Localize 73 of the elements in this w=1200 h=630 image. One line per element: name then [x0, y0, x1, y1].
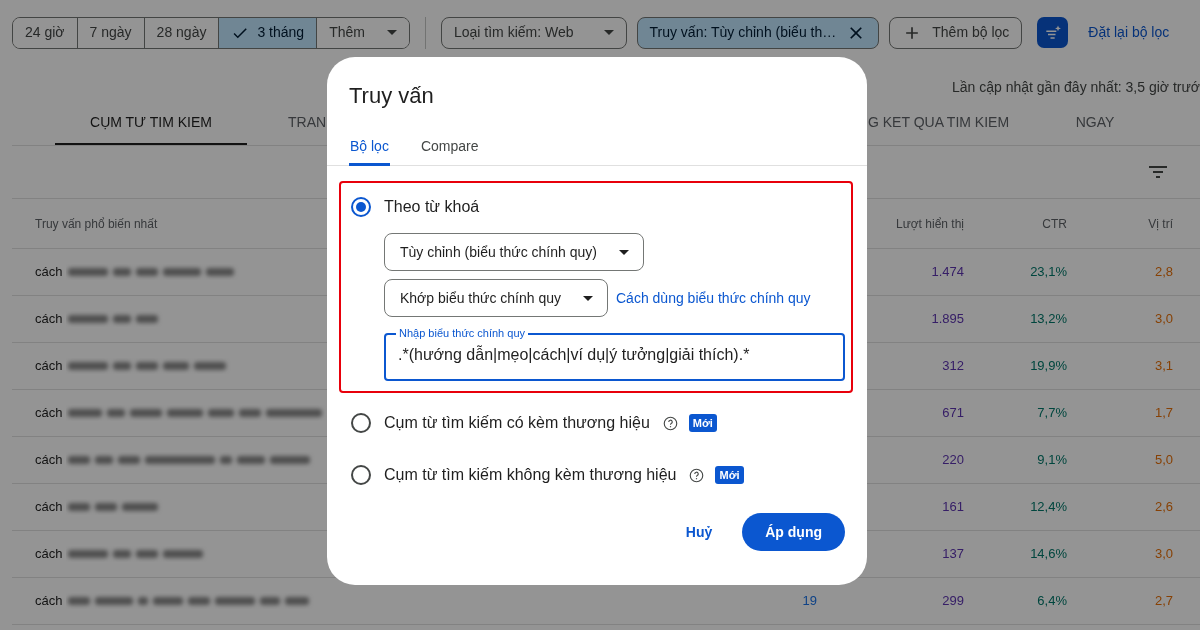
- table-cell: 312: [942, 358, 964, 374]
- date-range-button[interactable]: 24 giờ: [13, 17, 78, 48]
- reset-filters-link[interactable]: Đặt lại bộ lọc: [1088, 22, 1170, 43]
- caret-icon: [386, 30, 397, 35]
- help-icon: [662, 415, 678, 431]
- table-cell: 2,6: [1154, 499, 1173, 515]
- dialog-title: Truy vấn: [349, 82, 435, 110]
- table-cell: 3,1: [1154, 358, 1173, 374]
- table-cell: 14,6%: [1030, 546, 1067, 562]
- option-label: Theo từ khoá: [384, 197, 480, 217]
- caret-icon: [583, 295, 593, 301]
- table-cell: 3,0: [1154, 546, 1173, 562]
- operator-dropdown[interactable]: Khớp biểu thức chính quy: [384, 279, 608, 317]
- query-text: cách: [35, 498, 63, 517]
- query-text: cách: [35, 263, 63, 282]
- last-updated-text: Lần cập nhật gần đây nhất: 3,5 giờ trướ: [952, 79, 1200, 95]
- caret-icon: [618, 249, 629, 255]
- table-cell: 7,7%: [1037, 405, 1067, 421]
- cancel-button[interactable]: Huỷ: [673, 521, 725, 543]
- help-icon: [689, 467, 705, 483]
- table-cell: 299: [942, 593, 964, 609]
- report-tab[interactable]: NGAY: [1048, 101, 1142, 145]
- table-cell: 2,7: [1154, 593, 1173, 609]
- radio-button[interactable]: [351, 413, 371, 433]
- filter-settings-button[interactable]: [1037, 17, 1069, 48]
- column-header: CTR: [1042, 216, 1067, 231]
- table-cell: 5,0: [1154, 452, 1173, 468]
- add-filter-button[interactable]: Thêm bộ lọc: [889, 16, 1023, 49]
- table-cell: 161: [942, 499, 964, 515]
- caret-icon: [603, 30, 614, 35]
- table-cell: 23,1%: [1030, 264, 1067, 280]
- column-header: Vị trí: [1148, 216, 1173, 231]
- query-text: cách: [35, 545, 63, 564]
- option-label: Cụm từ tìm kiếm không kèm thương hiệu: [384, 465, 677, 485]
- table-cell: 137: [942, 546, 964, 562]
- column-header: Truy vấn phổ biến nhất: [34, 215, 159, 233]
- query-text: cách: [35, 451, 63, 470]
- field-label: Nhập biểu thức chính quy: [396, 326, 528, 341]
- table-cell: 1.474: [931, 264, 964, 280]
- report-tab[interactable]: G KET QUA TIM KIEM: [868, 101, 1048, 145]
- match-type-dropdown[interactable]: Tùy chỉnh (biểu thức chính quy): [384, 233, 644, 271]
- table-cell: 6,4%: [1037, 593, 1067, 609]
- table-cell: 1.895: [931, 311, 964, 327]
- regex-input-field[interactable]: Nhập biểu thức chính quy .*(hướng dẫn|mẹo|cách|ví dụ|ý tưởng|giải thích).*: [384, 326, 845, 381]
- query-text: cách: [35, 404, 63, 423]
- table-cell: 2,8: [1154, 264, 1173, 280]
- query-text: cách: [35, 592, 63, 611]
- new-badge: Mới: [688, 413, 717, 433]
- filter-chip[interactable]: Loại tìm kiếm: Web: [440, 16, 627, 49]
- radio-button[interactable]: [351, 465, 371, 485]
- table-cell: 671: [942, 405, 964, 421]
- table-cell: 19: [802, 593, 817, 609]
- option-label: Cụm từ tìm kiếm có kèm thương hiệu: [384, 413, 650, 433]
- table-cell: 9,1%: [1037, 452, 1067, 468]
- table-cell: 1,7: [1154, 405, 1173, 421]
- date-range-button[interactable]: 3 tháng: [219, 17, 318, 48]
- new-badge: Mới: [715, 465, 744, 485]
- table-cell: 3,0: [1154, 311, 1173, 327]
- query-text: cách: [35, 357, 63, 376]
- report-tab[interactable]: CỤM TƯ TIM KIEM: [55, 101, 247, 145]
- table-cell: 13,2%: [1030, 311, 1067, 327]
- regex-text-input[interactable]: .*(hướng dẫn|mẹo|cách|ví dụ|ý tưởng|giải thích).*: [398, 343, 831, 367]
- table-cell: 220: [942, 452, 964, 468]
- table-cell: 19,9%: [1030, 358, 1067, 374]
- dialog-tab[interactable]: Compare: [419, 130, 480, 166]
- table-cell: 12,4%: [1030, 499, 1067, 515]
- column-header: Lượt hiển thị: [896, 216, 964, 231]
- apply-button[interactable]: Áp dụng: [742, 513, 845, 551]
- radio-button[interactable]: [351, 197, 371, 217]
- filter-chip[interactable]: Truy vấn: Tùy chỉnh (biểu th…: [636, 16, 880, 49]
- query-text: cách: [35, 310, 63, 329]
- regex-help-link[interactable]: Cách dùng biểu thức chính quy: [616, 287, 811, 309]
- dialog-tab[interactable]: Bộ lọc: [349, 130, 390, 166]
